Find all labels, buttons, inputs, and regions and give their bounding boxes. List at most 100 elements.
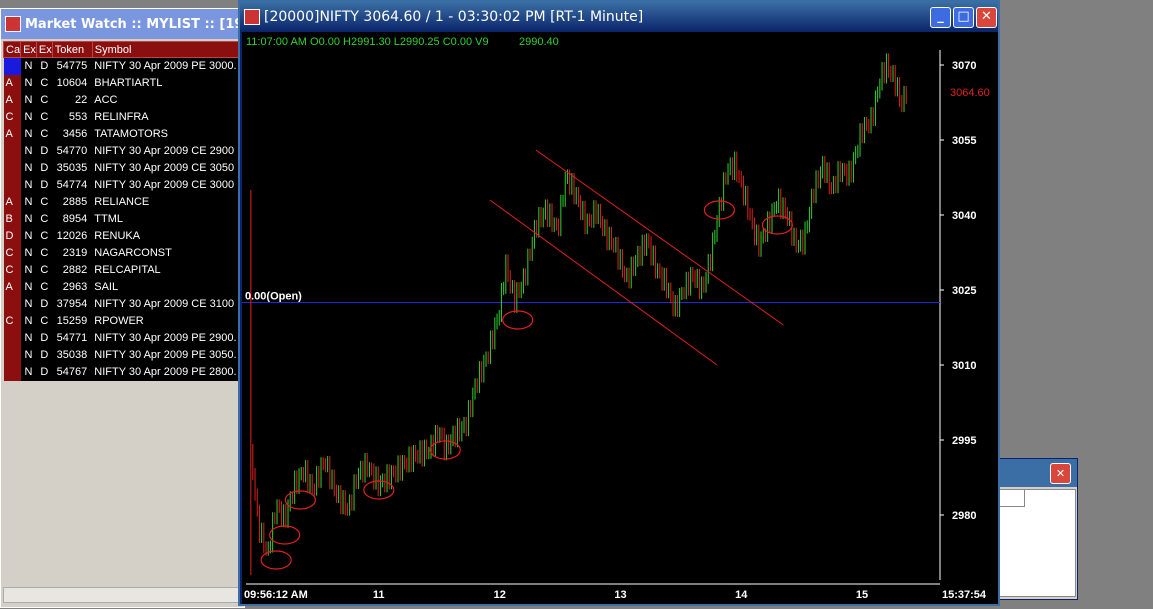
horizontal-scrollbar[interactable] — [3, 587, 241, 603]
ohlc-info-value: 2990.40 — [519, 36, 559, 48]
column-header[interactable]: Ex — [20, 41, 37, 58]
table-row[interactable]: A N C 2963 SAIL — [3, 278, 243, 296]
cell-token: 553 — [52, 108, 93, 126]
dialog-close-button[interactable]: ✕ — [1050, 463, 1071, 484]
cell-c3: C — [36, 312, 53, 330]
table-row[interactable]: C N C 15259 RPOWER — [3, 312, 243, 330]
table-row[interactable]: D N C 12026 RENUKA — [3, 227, 243, 245]
column-header[interactable]: Ca — [2, 41, 22, 58]
table-row[interactable]: A N C 22 ACC — [3, 91, 243, 109]
maximize-button[interactable]: □ — [953, 7, 974, 28]
cell-c1: A — [3, 125, 21, 143]
cell-c3: C — [36, 210, 53, 228]
cell-symbol: RELINFRA — [92, 108, 243, 126]
y-tick-label: 2980 — [952, 510, 976, 522]
cell-token: 35038 — [52, 346, 93, 364]
cell-symbol: NIFTY 30 Apr 2009 PE 3000. — [92, 57, 243, 75]
cell-c3: C — [36, 125, 53, 143]
cell-c2: N — [20, 108, 37, 126]
chart-window-title: [20000]NIFTY 3064.60 / 1 - 03:30:02 PM [… — [264, 9, 644, 25]
y-tick-label: 2995 — [952, 435, 976, 447]
background-dialog: ✕ — [990, 458, 1078, 600]
trendline — [489, 199, 718, 366]
table-row[interactable]: N D 35035 NIFTY 30 Apr 2009 CE 3050 — [3, 159, 243, 177]
cell-token: 54774 — [52, 176, 93, 194]
cell-token: 15259 — [52, 312, 93, 330]
support-circle — [260, 550, 292, 570]
ohlc-info: 11:07:00 AM O0.00 H2991.30 L2990.25 C0.0… — [246, 36, 489, 48]
column-header[interactable]: Token — [51, 41, 93, 58]
app-icon — [244, 9, 260, 25]
cell-symbol: NIFTY 30 Apr 2009 CE 3000 — [92, 176, 243, 194]
close-button[interactable]: ✕ — [976, 7, 997, 28]
y-tick-label: 3055 — [952, 135, 976, 147]
cell-c1: B — [3, 210, 21, 228]
table-row[interactable]: N D 54775 NIFTY 30 Apr 2009 PE 3000. — [3, 57, 243, 75]
cell-c3: C — [36, 108, 53, 126]
cell-symbol: ACC — [92, 91, 243, 109]
table-row[interactable]: N D 35038 NIFTY 30 Apr 2009 PE 3050. — [3, 346, 243, 364]
cell-symbol: BHARTIARTL — [92, 74, 243, 92]
table-row[interactable]: N D 54770 NIFTY 30 Apr 2009 CE 2900 — [3, 142, 243, 160]
table-row[interactable]: C N C 2882 RELCAPITAL — [3, 261, 243, 279]
cell-c2: N — [20, 346, 37, 364]
table-header-row: Ca Ex Ex Token Symbol — [2, 41, 244, 58]
cell-c3: C — [36, 244, 53, 262]
cell-c1: A — [3, 91, 21, 109]
cell-symbol: NIFTY 30 Apr 2009 CE 2900 — [92, 142, 243, 160]
market-watch-title: Market Watch :: MYLIST :: [19 Scri — [25, 16, 244, 32]
cell-c1: C — [3, 261, 21, 279]
cell-c1 — [3, 57, 21, 75]
cell-token: 22 — [52, 91, 93, 109]
market-watch-window: Market Watch :: MYLIST :: [19 Scri CaExE… — [0, 8, 245, 608]
column-header[interactable]: Symbol — [91, 41, 244, 58]
table-row[interactable]: C N C 2319 NAGARCONST — [3, 244, 243, 262]
price-chart[interactable]: 11:07:00 AM O0.00 H2991.30 L2990.25 C0.0… — [242, 32, 998, 604]
cell-symbol: NAGARCONST — [92, 244, 243, 262]
market-watch-titlebar[interactable]: Market Watch :: MYLIST :: [19 Scri — [1, 9, 244, 39]
table-row[interactable]: N D 54767 NIFTY 30 Apr 2009 PE 2800. — [3, 363, 243, 381]
x-tick-label: 11 — [373, 589, 385, 601]
trendline — [535, 149, 784, 326]
cell-c2: N — [20, 261, 37, 279]
cell-token: 2963 — [52, 278, 93, 296]
dialog-tab[interactable] — [999, 489, 1025, 507]
cell-c2: N — [20, 125, 37, 143]
column-header[interactable]: Ex — [35, 41, 53, 58]
table-row[interactable]: A N C 2885 RELIANCE — [3, 193, 243, 211]
cell-c3: D — [36, 176, 53, 194]
cell-token: 2882 — [52, 261, 93, 279]
cell-c3: C — [36, 227, 53, 245]
cell-token: 3456 — [52, 125, 93, 143]
cell-c2: N — [20, 329, 37, 347]
table-row[interactable]: A N C 10604 BHARTIARTL — [3, 74, 243, 92]
chart-svg[interactable]: 11:07:00 AM O0.00 H2991.30 L2990.25 C0.0… — [242, 32, 998, 604]
cell-c3: C — [36, 278, 53, 296]
cell-token: 35035 — [52, 159, 93, 177]
cell-c2: N — [20, 74, 37, 92]
cell-token: 8954 — [52, 210, 93, 228]
table-row[interactable]: N D 54771 NIFTY 30 Apr 2009 PE 2900. — [3, 329, 243, 347]
market-watch-table: Ca Ex Ex Token Symbol N D 54775 NIFTY 30 Apr 20… — [2, 41, 244, 381]
cell-symbol: RENUKA — [92, 227, 243, 245]
minimize-button[interactable]: _ — [930, 7, 951, 28]
table-row[interactable]: A N C 3456 TATAMOTORS — [3, 125, 243, 143]
table-row[interactable]: N D 37954 NIFTY 30 Apr 2009 CE 3100 — [3, 295, 243, 313]
cell-c1 — [3, 346, 21, 364]
table-row[interactable]: C N C 553 RELINFRA — [3, 108, 243, 126]
open-line-label: 0.00(Open) — [245, 291, 302, 303]
cell-symbol: RELIANCE — [92, 193, 243, 211]
cell-c1 — [3, 295, 21, 313]
chart-titlebar[interactable]: [20000]NIFTY 3064.60 / 1 - 03:30:02 PM [… — [240, 2, 998, 32]
chart-window: [20000]NIFTY 3064.60 / 1 - 03:30:02 PM [… — [238, 0, 1000, 606]
table-row[interactable]: B N C 8954 TTML — [3, 210, 243, 228]
cell-c1: C — [3, 312, 21, 330]
cell-c2: N — [20, 142, 37, 160]
y-tick-label: 3040 — [952, 210, 976, 222]
cell-c1 — [3, 363, 21, 381]
cell-symbol: NIFTY 30 Apr 2009 CE 3100 — [92, 295, 243, 313]
cell-token: 2885 — [52, 193, 93, 211]
cell-c1: D — [3, 227, 21, 245]
table-row[interactable]: N D 54774 NIFTY 30 Apr 2009 CE 3000 — [3, 176, 243, 194]
cell-c1 — [3, 142, 21, 160]
